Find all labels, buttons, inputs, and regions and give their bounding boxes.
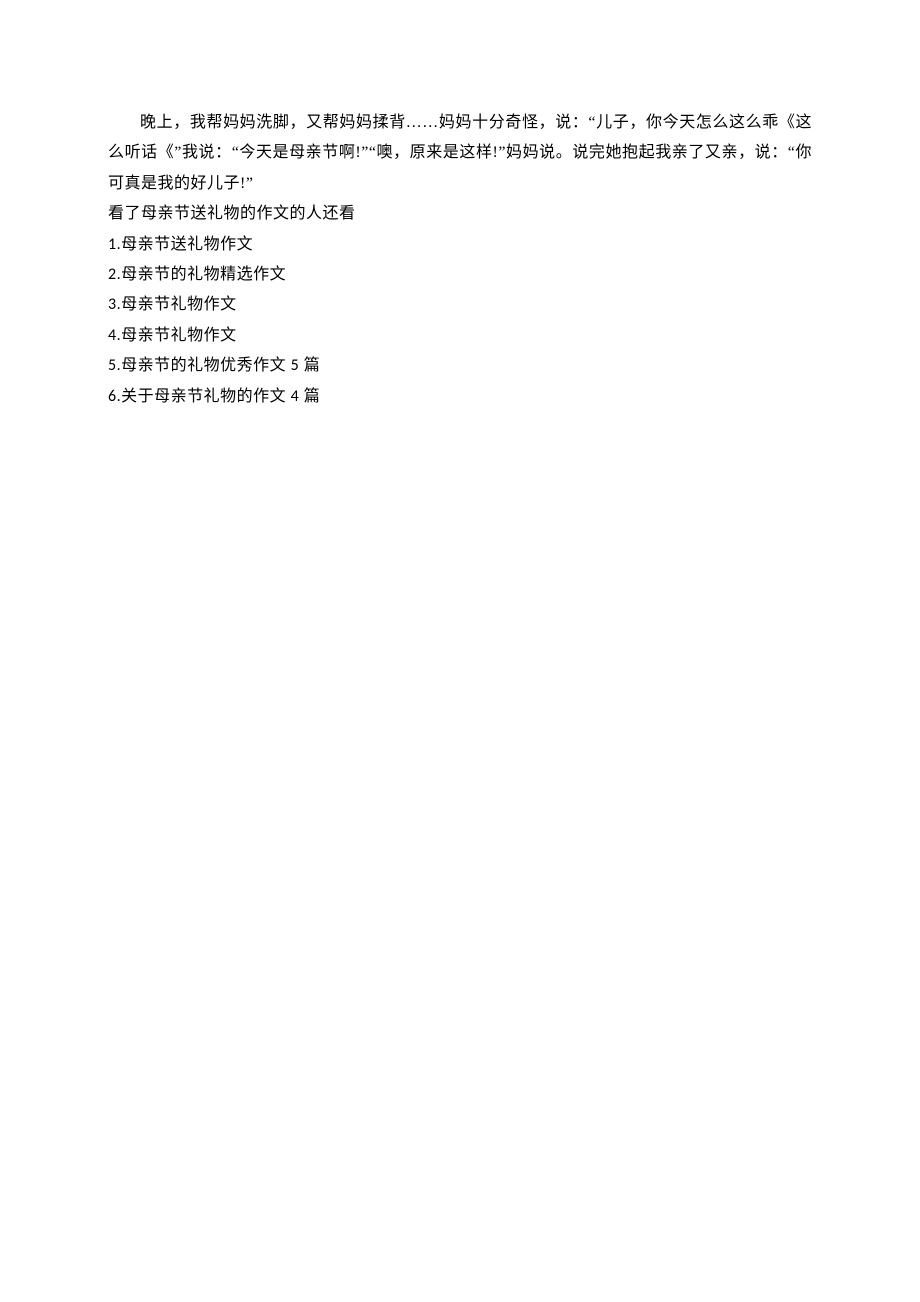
list-item: 1.母亲节送礼物作文	[108, 230, 812, 260]
body-paragraph: 晚上，我帮妈妈洗脚，又帮妈妈揉背……妈妈十分奇怪，说：“儿子，你今天怎么这么乖《…	[108, 108, 812, 199]
list-item-number: 6	[108, 387, 117, 406]
list-item-text: 母亲节礼物作文	[121, 327, 237, 344]
list-item-text: 母亲节的礼物优秀作文	[121, 357, 286, 374]
list-item-text: 母亲节的礼物精选作文	[121, 266, 286, 283]
list-item-count: 4	[291, 387, 300, 406]
related-articles-header: 看了母亲节送礼物的作文的人还看	[108, 199, 812, 229]
list-item-number: 4	[108, 326, 117, 345]
list-item-count-suffix: 篇	[299, 357, 320, 374]
list-item-count: 5	[291, 356, 300, 375]
list-item-text: 母亲节送礼物作文	[121, 236, 253, 253]
list-item-number: 1	[108, 235, 117, 254]
list-item: 5.母亲节的礼物优秀作文 5 篇	[108, 351, 812, 381]
list-item: 2.母亲节的礼物精选作文	[108, 260, 812, 290]
list-item: 4.母亲节礼物作文	[108, 321, 812, 351]
list-item-number: 5	[108, 356, 117, 375]
list-item-number: 3	[108, 295, 117, 314]
list-item-text: 关于母亲节礼物的作文	[121, 388, 286, 405]
related-articles-list: 1.母亲节送礼物作文2.母亲节的礼物精选作文3.母亲节礼物作文4.母亲节礼物作文…	[108, 230, 812, 412]
list-item: 3.母亲节礼物作文	[108, 290, 812, 320]
list-item: 6.关于母亲节礼物的作文 4 篇	[108, 382, 812, 412]
list-item-number: 2	[108, 265, 117, 284]
list-item-text: 母亲节礼物作文	[121, 296, 237, 313]
list-item-count-suffix: 篇	[299, 388, 320, 405]
